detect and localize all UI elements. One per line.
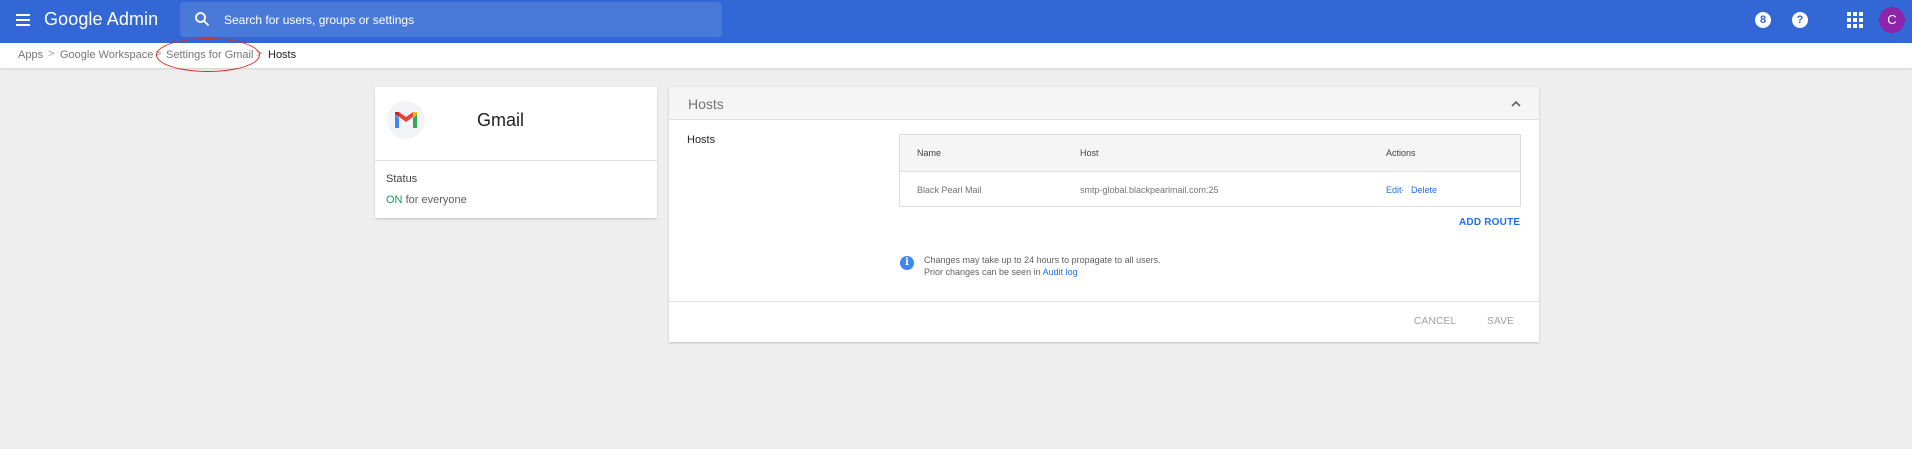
info-text-prefix: Prior changes can be seen in <box>924 267 1041 277</box>
search-input[interactable] <box>224 2 704 37</box>
breadcrumb-item-google-workspace[interactable]: Google Workspace <box>60 49 153 61</box>
action-separator: · <box>1401 185 1404 195</box>
column-header-actions: Actions <box>1386 148 1416 158</box>
section-label: Hosts <box>687 134 716 146</box>
edit-link[interactable]: Edit <box>1386 185 1402 195</box>
hosts-table: Name Host Actions Black Pearl Mail smtp-… <box>899 134 1521 207</box>
column-header-host: Host <box>1080 148 1099 158</box>
breadcrumb-item-hosts: Hosts <box>268 49 297 61</box>
status-scope-text: for everyone <box>405 194 467 206</box>
breadcrumb-separator: > <box>48 48 55 60</box>
table-header: Name Host Actions <box>900 135 1520 172</box>
row-name-cell: Black Pearl Mail <box>917 185 982 195</box>
breadcrumb-item-apps[interactable]: Apps <box>18 49 43 61</box>
chevron-up-icon[interactable] <box>1509 97 1523 111</box>
info-text-line1: Changes may take up to 24 hours to propa… <box>924 255 1161 265</box>
info-icon: i <box>900 256 914 270</box>
status-value: ON for everyone <box>386 194 467 206</box>
menu-icon[interactable] <box>13 11 33 31</box>
add-route-button[interactable]: ADD ROUTE <box>1459 217 1520 228</box>
app-summary-card: Gmail Status ON for everyone <box>375 87 657 218</box>
column-header-name: Name <box>917 148 942 158</box>
apps-grid-icon[interactable] <box>1847 12 1863 28</box>
breadcrumb: Apps > Google Workspace > Settings for G… <box>0 43 1912 68</box>
divider <box>669 301 1539 302</box>
panel-title: Hosts <box>688 96 724 112</box>
status-label: Status <box>386 173 418 185</box>
top-app-bar: Google Admin 8 ? C <box>0 0 1912 43</box>
support-icon[interactable]: 8 <box>1755 12 1771 28</box>
save-button[interactable]: SAVE <box>1487 316 1514 327</box>
app-name: Gmail <box>477 110 525 130</box>
info-text-line2: Prior changes can be seen in Audit log <box>924 267 1078 277</box>
audit-log-link[interactable]: Audit log <box>1043 267 1078 277</box>
annotation-ellipse <box>156 38 260 72</box>
cancel-button[interactable]: CANCEL <box>1414 316 1456 327</box>
delete-link[interactable]: Delete <box>1411 185 1437 195</box>
divider <box>375 160 657 161</box>
row-host-cell: smtp-global.blackpearlmail.com:25 <box>1080 185 1219 195</box>
panel-header[interactable]: Hosts <box>669 87 1539 120</box>
app-brand[interactable]: Google Admin <box>44 9 158 30</box>
gmail-logo-icon <box>387 101 425 139</box>
search-icon[interactable] <box>194 11 210 27</box>
search-box[interactable] <box>180 2 722 37</box>
hosts-panel: Hosts Hosts Name Host Actions Black Pear… <box>669 87 1539 342</box>
status-on-text: ON <box>386 194 403 206</box>
help-icon[interactable]: ? <box>1792 12 1808 28</box>
avatar[interactable]: C <box>1879 7 1905 33</box>
